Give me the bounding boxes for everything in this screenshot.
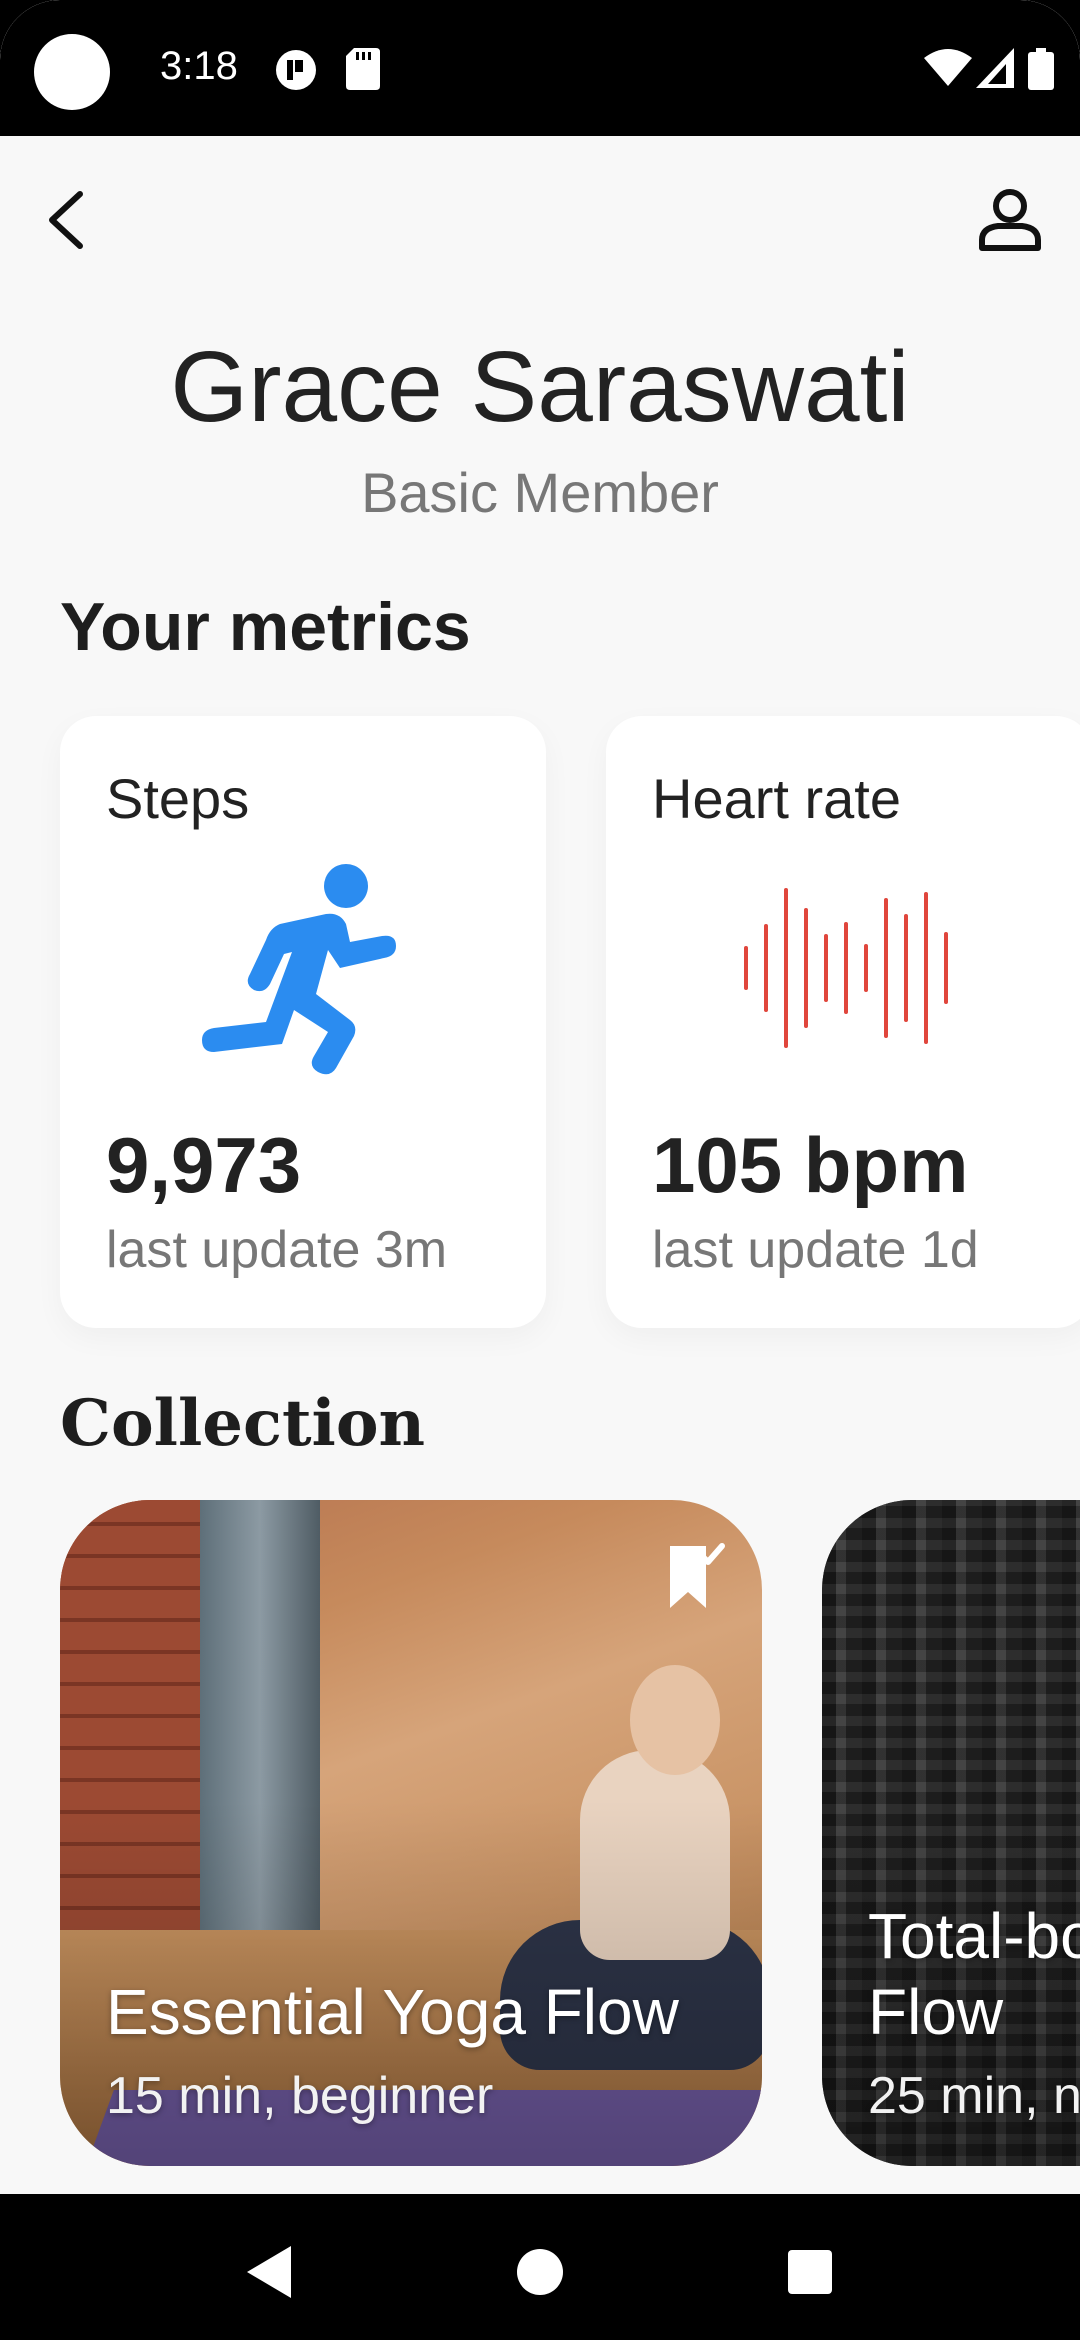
metrics-section-title: Your metrics [60,589,471,665]
nav-recents-button[interactable] [770,2232,850,2312]
nav-home-icon [517,2249,563,2295]
heart-rate-waveform-icon [744,888,948,1048]
status-time: 3:18 [160,44,238,88]
user-name: Grace Saraswati [170,331,910,443]
status-bar: 3:18 [0,0,1080,136]
nav-recents-icon [788,2250,832,2294]
camera-cutout [34,34,110,110]
system-nav-bar [0,2194,1080,2340]
collection-section-title: Collection [60,1386,426,1461]
heart-rate-last-update: last update 1d [652,1221,979,1279]
person-outline-icon [979,189,1041,251]
nav-home-button[interactable] [500,2232,580,2312]
collection-card-total-body-flow[interactable]: Total-bo Flow 25 min, n [822,1500,1080,2166]
metric-label: Heart rate [652,767,901,830]
steps-last-update: last update 3m [106,1221,448,1279]
heart-rate-metric-card[interactable]: Heart rate 105 bpm last update 1d [606,716,1080,1328]
heart-rate-value: 105 bpm [652,1121,969,1209]
membership-label: Basic Member [361,461,719,524]
collection-title: Essential Yoga Flow [106,1976,679,2048]
steps-value: 9,973 [106,1121,302,1209]
app-screen: 3:18 Grace Saraswati Basic Member Your m… [0,0,1080,2340]
running-person-icon [202,864,396,1075]
back-button[interactable] [36,180,96,260]
nav-back-icon [247,2246,291,2298]
metric-label: Steps [106,767,250,830]
bookmark-check-icon[interactable] [666,1542,726,1614]
profile-button[interactable] [970,180,1050,260]
notification-app-icon [274,48,318,97]
collection-title-line2: Flow [868,1976,1004,2048]
battery-icon [1028,48,1054,95]
steps-metric-card[interactable]: Steps 9,973 last update 3m [60,716,546,1328]
wifi-icon [924,48,972,93]
collection-title-line1: Total-bo [868,1900,1080,1972]
sd-card-icon [346,48,380,95]
collection-meta: 25 min, n [868,2067,1080,2125]
cellular-signal-icon [976,48,1014,93]
collection-card-essential-yoga-flow[interactable]: Essential Yoga Flow 15 min, beginner [60,1500,762,2166]
chevron-left-icon [49,191,83,249]
nav-back-button[interactable] [228,2232,308,2312]
collection-meta: 15 min, beginner [106,2067,494,2125]
